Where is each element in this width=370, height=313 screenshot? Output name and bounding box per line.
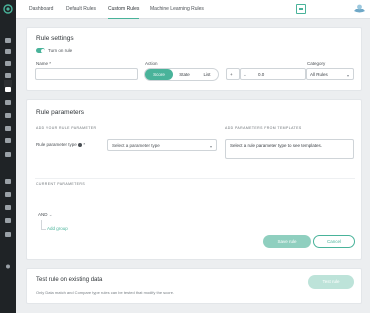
category-select[interactable]: All Rules ▾ bbox=[306, 68, 354, 80]
home-icon[interactable] bbox=[4, 31, 12, 43]
add-group-link[interactable]: Add group bbox=[47, 226, 68, 231]
tab-machine-learning-rules[interactable]: Machine Learning Rules bbox=[150, 0, 204, 19]
calendar-icon[interactable] bbox=[4, 131, 12, 143]
toggle-label: Turn on rule bbox=[48, 48, 73, 53]
tree-line bbox=[41, 229, 46, 230]
operator-select[interactable]: + bbox=[226, 68, 240, 80]
tab-custom-rules[interactable]: Custom Rules bbox=[108, 0, 140, 19]
add-rule-parameter-heading: ADD YOUR RULE PARAMETER bbox=[36, 126, 97, 130]
user-avatar-icon[interactable] bbox=[353, 3, 366, 15]
action-state-option[interactable]: State bbox=[173, 69, 196, 80]
test-rule-card: Test rule on existing data Only Data mat… bbox=[26, 268, 362, 304]
lab-icon[interactable] bbox=[4, 225, 12, 237]
action-list-option[interactable]: List bbox=[196, 69, 218, 80]
rule-parameters-title: Rule parameters bbox=[36, 109, 85, 116]
test-rule-button[interactable]: Test rule bbox=[308, 275, 354, 289]
chevron-down-icon: ▾ bbox=[346, 73, 349, 78]
tab-dashboard[interactable]: Dashboard bbox=[29, 0, 53, 19]
app-logo-icon[interactable] bbox=[3, 4, 13, 14]
divider bbox=[35, 178, 355, 179]
settings-icon[interactable] bbox=[4, 145, 12, 157]
list-icon[interactable] bbox=[4, 42, 12, 54]
action-segmented-control: Score State List bbox=[144, 68, 219, 81]
collapse-icon[interactable] bbox=[4, 257, 12, 269]
chevron-down-icon: ⌄ bbox=[48, 212, 53, 217]
rule-parameters-card: Rule parameters ADD YOUR RULE PARAMETER … bbox=[26, 99, 362, 260]
inbox-icon[interactable] bbox=[4, 66, 12, 78]
amount-field[interactable]: ⌄ 0.0 bbox=[240, 68, 306, 80]
name-field[interactable] bbox=[35, 68, 138, 80]
shield-icon[interactable] bbox=[4, 93, 12, 105]
name-label: Name * bbox=[36, 61, 52, 66]
parameter-type-label: Rule parameter type * bbox=[36, 142, 86, 147]
rule-settings-title: Rule settings bbox=[36, 35, 74, 42]
tab-default-rules[interactable]: Default Rules bbox=[66, 0, 96, 19]
save-rule-button[interactable]: Save rule bbox=[263, 235, 311, 248]
rule-enabled-toggle[interactable] bbox=[36, 48, 45, 53]
action-score-option[interactable]: Score bbox=[145, 69, 173, 80]
report-icon[interactable] bbox=[4, 185, 12, 197]
cancel-button[interactable]: Cancel bbox=[313, 235, 355, 248]
chevron-down-icon: ⌄ bbox=[243, 72, 247, 77]
users-icon[interactable] bbox=[4, 172, 12, 184]
chevron-down-icon: ▾ bbox=[209, 144, 212, 149]
test-rule-description: Only Data match and Compare type rules c… bbox=[36, 290, 175, 295]
test-rule-title: Test rule on existing data bbox=[36, 277, 103, 283]
category-label: Category bbox=[307, 61, 326, 66]
sidebar bbox=[0, 0, 16, 313]
templates-heading: ADD PARAMETERS FROM TEMPLATES bbox=[225, 126, 302, 130]
puzzle-icon[interactable] bbox=[4, 80, 12, 92]
action-label: Action bbox=[145, 61, 158, 66]
rule-settings-card: Rule settings Turn on rule Name * Action… bbox=[26, 27, 362, 91]
grid-icon[interactable] bbox=[4, 119, 12, 131]
user-settings-icon[interactable] bbox=[4, 211, 12, 223]
expand-button[interactable] bbox=[296, 4, 306, 14]
top-navigation: Dashboard Default Rules Custom Rules Mac… bbox=[16, 0, 370, 19]
document-icon[interactable] bbox=[4, 198, 12, 210]
current-parameters-heading: CURRENT PARAMETERS bbox=[36, 182, 86, 186]
expand-icon bbox=[299, 8, 303, 10]
parameter-type-select[interactable]: Select a parameter type ▾ bbox=[107, 139, 217, 151]
templates-panel: Select a rule parameter type to see temp… bbox=[225, 139, 354, 159]
tree-line bbox=[41, 220, 42, 229]
briefcase-icon[interactable] bbox=[4, 54, 12, 66]
and-operator-select[interactable]: AND ⌄ bbox=[38, 212, 53, 218]
info-icon[interactable] bbox=[78, 142, 83, 147]
alert-icon[interactable] bbox=[4, 106, 12, 118]
